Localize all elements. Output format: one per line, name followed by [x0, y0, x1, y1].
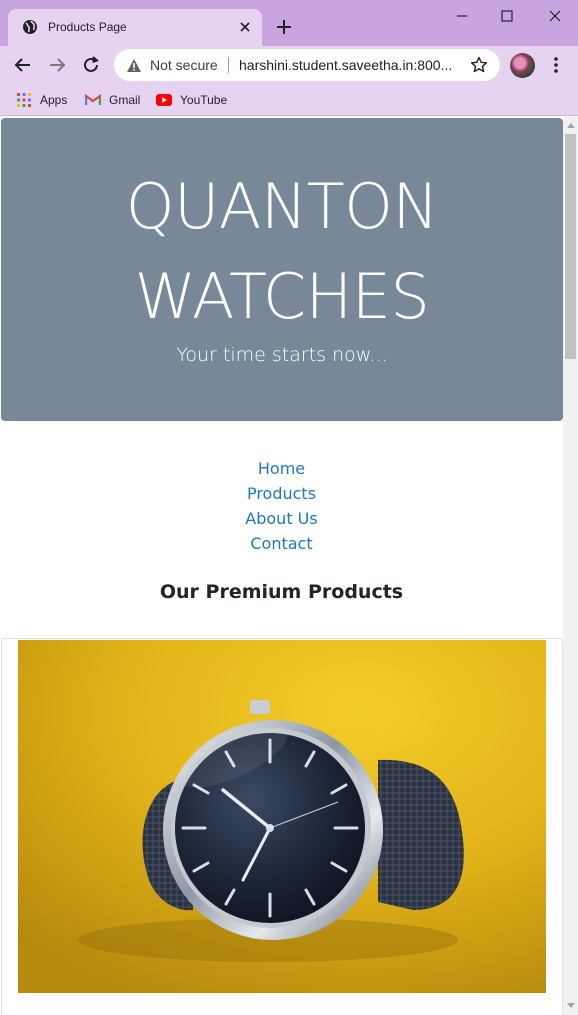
bookmark-youtube[interactable]: YouTube	[156, 90, 227, 110]
nav-link-home[interactable]: Home	[0, 456, 563, 481]
page-viewport: QUANTON WATCHES Your time starts now... …	[0, 117, 563, 1015]
profile-avatar[interactable]	[510, 53, 535, 78]
browser-tab[interactable]: Products Page	[8, 9, 262, 46]
url-text[interactable]: harshini.student.saveetha.in:800...	[239, 57, 452, 73]
plus-icon[interactable]	[274, 17, 294, 37]
close-tab-icon[interactable]	[236, 18, 254, 36]
site-title-line-2: WATCHES	[134, 260, 430, 333]
gmail-icon	[85, 94, 101, 105]
scrollbar-thumb[interactable]	[565, 134, 576, 359]
bookmark-apps-label: Apps	[40, 93, 68, 107]
tab-title: Products Page	[48, 20, 127, 34]
site-title-line-1: QUANTON	[125, 170, 439, 243]
security-label[interactable]: Not secure	[150, 57, 218, 73]
apps-grid-icon	[17, 93, 31, 107]
product-card	[1, 638, 563, 1015]
more-menu-icon[interactable]	[548, 55, 564, 75]
nav-link-products[interactable]: Products	[0, 481, 563, 506]
close-window-icon[interactable]	[545, 6, 565, 26]
address-divider	[228, 57, 229, 73]
browser-title-bar: Products Page	[0, 0, 578, 46]
bookmark-apps[interactable]: Apps	[16, 90, 67, 110]
page-scrollbar[interactable]	[563, 117, 578, 1015]
nav-link-contact[interactable]: Contact	[0, 531, 563, 556]
warning-icon	[127, 59, 141, 72]
nav-link-about-us[interactable]: About Us	[0, 506, 563, 531]
bookmark-gmail-label: Gmail	[109, 93, 141, 107]
forward-arrow-icon[interactable]	[46, 54, 68, 76]
tagline: Your time starts now...	[176, 344, 388, 366]
back-arrow-icon[interactable]	[12, 54, 34, 76]
wristwatch-image[interactable]	[18, 640, 546, 993]
minimize-icon[interactable]	[452, 6, 472, 26]
site-title: QUANTON WATCHES	[1, 162, 563, 342]
globe-icon	[23, 20, 37, 34]
bookmark-youtube-label: YouTube	[180, 93, 228, 107]
bookmarks-bar: Apps Gmail YouTube	[0, 84, 578, 116]
youtube-icon	[156, 94, 172, 106]
hero-banner: QUANTON WATCHES Your time starts now...	[1, 118, 563, 421]
main-nav: Home Products About Us Contact	[0, 456, 563, 556]
scroll-up-arrow-icon[interactable]	[567, 123, 575, 128]
bookmark-gmail[interactable]: Gmail	[85, 90, 140, 110]
section-title: Our Premium Products	[159, 581, 404, 603]
scroll-down-arrow-icon[interactable]	[567, 1003, 575, 1008]
browser-toolbar: Not secure harshini.student.saveetha.in:…	[0, 46, 578, 84]
bookmark-star-icon[interactable]	[470, 56, 488, 74]
address-bar[interactable]: Not secure harshini.student.saveetha.in:…	[114, 49, 500, 81]
reload-icon[interactable]	[80, 54, 102, 76]
maximize-icon[interactable]	[497, 6, 517, 26]
